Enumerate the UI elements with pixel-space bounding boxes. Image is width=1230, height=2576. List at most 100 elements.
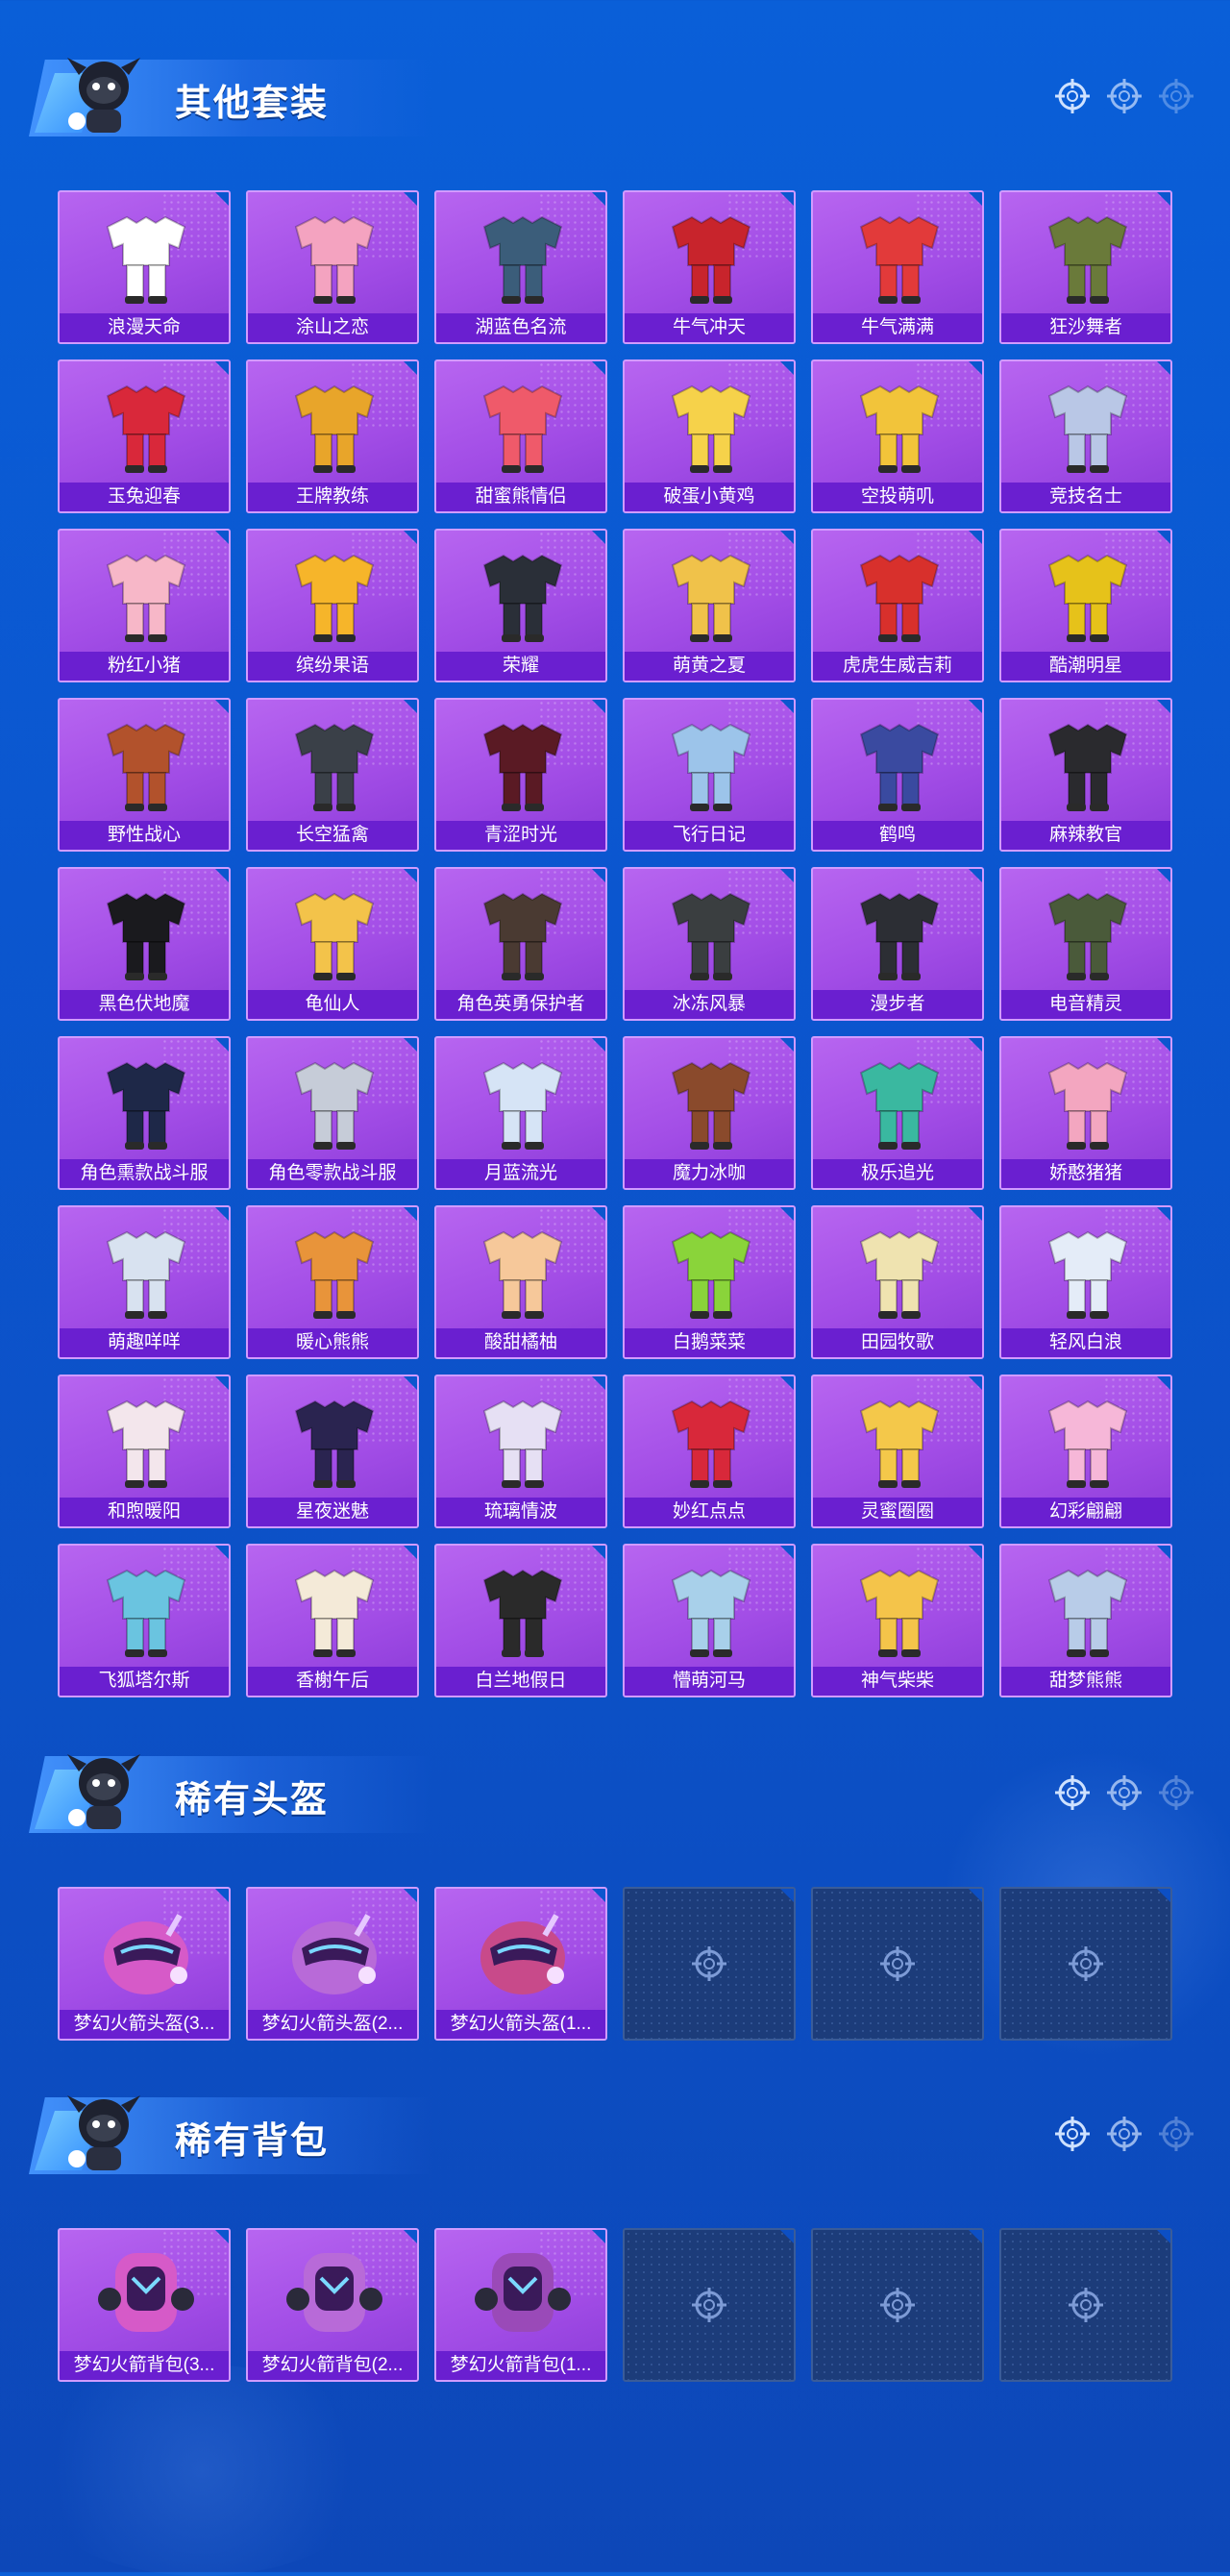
outfit-icon (294, 1569, 375, 1657)
item-card[interactable]: 电音精灵 (999, 867, 1172, 1021)
item-card[interactable]: 月蓝流光 (434, 1036, 607, 1190)
item-card[interactable]: 梦幻火箭头盔(2... (246, 1887, 419, 2041)
item-card[interactable]: 狂沙舞者 (999, 190, 1172, 344)
outfit-icon (671, 554, 751, 642)
outfit-icon (106, 1061, 186, 1150)
outfit-icon (859, 215, 940, 304)
item-name-label: 长空猛禽 (248, 821, 417, 850)
item-card[interactable]: 冰冻风暴 (623, 867, 796, 1021)
item-card[interactable]: 神气柴柴 (811, 1544, 984, 1697)
item-card[interactable]: 牛气冲天 (623, 190, 796, 344)
item-card[interactable]: 梦幻火箭背包(1... (434, 2228, 607, 2382)
item-card[interactable]: 野性战心 (58, 698, 231, 852)
item-card[interactable]: 田园牧歌 (811, 1205, 984, 1359)
item-card[interactable]: 轻风白浪 (999, 1205, 1172, 1359)
item-card[interactable]: 香榭午后 (246, 1544, 419, 1697)
item-card[interactable]: 缤纷果语 (246, 529, 419, 682)
item-name-label: 龟仙人 (248, 990, 417, 1019)
item-name-label: 梦幻火箭头盔(1... (436, 2010, 605, 2039)
item-card[interactable]: 酷潮明星 (999, 529, 1172, 682)
item-card[interactable]: 白鹅菜菜 (623, 1205, 796, 1359)
item-name-label: 魔力冰咖 (625, 1159, 794, 1188)
item-card[interactable]: 梦幻火箭头盔(1... (434, 1887, 607, 2041)
outfit-icon (1047, 1230, 1128, 1319)
item-card[interactable]: 星夜迷魅 (246, 1375, 419, 1528)
item-card[interactable]: 鹤鸣 (811, 698, 984, 852)
item-card[interactable]: 角色熏款战斗服 (58, 1036, 231, 1190)
item-card[interactable]: 麻辣教官 (999, 698, 1172, 852)
item-card[interactable]: 和煦暖阳 (58, 1375, 231, 1528)
item-card[interactable]: 竞技名士 (999, 359, 1172, 513)
outfit-icon (294, 1230, 375, 1319)
item-grid: 浪漫天命 涂山之恋 湖蓝色名流 牛气冲天 牛气满满 狂沙舞者 玉兔迎春 王牌教练… (58, 190, 1172, 1697)
item-name-label: 梦幻火箭背包(3... (60, 2351, 229, 2380)
item-name-label: 湖蓝色名流 (436, 313, 605, 342)
item-card[interactable]: 王牌教练 (246, 359, 419, 513)
item-name-label: 角色英勇保护者 (436, 990, 605, 1019)
crosshair-icon (1159, 1775, 1193, 1810)
item-card[interactable]: 粉红小猪 (58, 529, 231, 682)
item-name-label: 角色零款战斗服 (248, 1159, 417, 1188)
item-card[interactable]: 甜梦熊熊 (999, 1544, 1172, 1697)
item-card[interactable]: 暖心熊熊 (246, 1205, 419, 1359)
item-card[interactable]: 湖蓝色名流 (434, 190, 607, 344)
empty-item-slot (811, 2228, 984, 2382)
item-card[interactable]: 娇憨猪猪 (999, 1036, 1172, 1190)
item-card[interactable]: 破蛋小黄鸡 (623, 359, 796, 513)
item-card[interactable]: 涂山之恋 (246, 190, 419, 344)
item-card[interactable]: 长空猛禽 (246, 698, 419, 852)
item-card[interactable]: 玉兔迎春 (58, 359, 231, 513)
section-title: 其他套装 (175, 84, 330, 124)
crosshair-icon (1055, 79, 1090, 113)
outfit-icon (671, 215, 751, 304)
item-card[interactable]: 梦幻火箭背包(2... (246, 2228, 419, 2382)
item-card[interactable]: 极乐追光 (811, 1036, 984, 1190)
crosshair-icon (692, 2288, 726, 2322)
item-card[interactable]: 荣耀 (434, 529, 607, 682)
backpack-icon (98, 2253, 194, 2332)
item-card[interactable]: 酸甜橘柚 (434, 1205, 607, 1359)
item-card[interactable]: 懵萌河马 (623, 1544, 796, 1697)
item-card[interactable]: 梦幻火箭头盔(3... (58, 1887, 231, 2041)
outfit-icon (106, 1399, 186, 1488)
item-card[interactable]: 空投萌叽 (811, 359, 984, 513)
item-card[interactable]: 梦幻火箭背包(3... (58, 2228, 231, 2382)
outfit-icon (859, 1061, 940, 1150)
item-card[interactable]: 萌黄之夏 (623, 529, 796, 682)
crosshair-icon (1107, 1775, 1142, 1810)
crosshair-icon (1055, 1775, 1090, 1810)
item-name-label: 甜蜜熊情侣 (436, 483, 605, 511)
section-header: 其他套装 (0, 38, 1230, 144)
item-card[interactable]: 妙红点点 (623, 1375, 796, 1528)
item-card[interactable]: 甜蜜熊情侣 (434, 359, 607, 513)
item-card[interactable]: 牛气满满 (811, 190, 984, 344)
item-card[interactable]: 飞狐塔尔斯 (58, 1544, 231, 1697)
item-card[interactable]: 漫步者 (811, 867, 984, 1021)
item-card[interactable]: 白兰地假日 (434, 1544, 607, 1697)
item-name-label: 萌黄之夏 (625, 652, 794, 681)
item-card[interactable]: 灵蜜圈圈 (811, 1375, 984, 1528)
outfit-icon (482, 1061, 563, 1150)
item-card[interactable]: 龟仙人 (246, 867, 419, 1021)
item-card[interactable]: 青涩时光 (434, 698, 607, 852)
section-header: 稀有背包 (0, 2076, 1230, 2182)
item-name-label: 空投萌叽 (813, 483, 982, 511)
item-card[interactable]: 魔力冰咖 (623, 1036, 796, 1190)
item-card[interactable]: 虎虎生威吉莉 (811, 529, 984, 682)
item-card[interactable]: 角色英勇保护者 (434, 867, 607, 1021)
item-card[interactable]: 琉璃情波 (434, 1375, 607, 1528)
item-card[interactable]: 角色零款战斗服 (246, 1036, 419, 1190)
outfit-icon (671, 1230, 751, 1319)
outfit-icon (482, 554, 563, 642)
outfit-icon (294, 215, 375, 304)
item-card[interactable]: 浪漫天命 (58, 190, 231, 344)
item-name-label: 电音精灵 (1001, 990, 1170, 1019)
helmet-icon (104, 1914, 188, 1994)
item-card[interactable]: 幻彩翩翩 (999, 1375, 1172, 1528)
item-card[interactable]: 飞行日记 (623, 698, 796, 852)
item-name-label: 飞狐塔尔斯 (60, 1667, 229, 1696)
item-card[interactable]: 萌趣咩咩 (58, 1205, 231, 1359)
crosshair-icon (1107, 2117, 1142, 2151)
item-card[interactable]: 黑色伏地魔 (58, 867, 231, 1021)
mascot-icon (67, 1754, 140, 1829)
